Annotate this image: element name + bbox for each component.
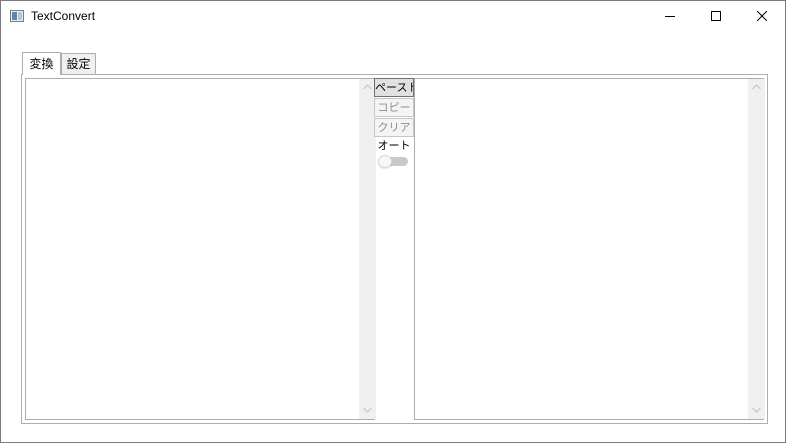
auto-toggle-switch[interactable] bbox=[378, 155, 409, 168]
auto-label: オート bbox=[377, 139, 411, 152]
convert-tab-panel: ペースト コピー クリア オート bbox=[21, 74, 768, 424]
clear-button[interactable]: クリア bbox=[374, 118, 414, 137]
app-icon-pane-left bbox=[12, 12, 17, 20]
tab-convert[interactable]: 変換 bbox=[22, 52, 61, 75]
paste-button[interactable]: ペースト bbox=[374, 78, 414, 97]
app-icon-pane-right bbox=[18, 12, 22, 20]
minimize-button[interactable] bbox=[647, 1, 693, 31]
auto-toggle-thumb bbox=[378, 155, 392, 168]
app-window: TextConvert 変換 設定 ペースト bbox=[0, 0, 786, 443]
input-text-area[interactable] bbox=[25, 78, 375, 420]
copy-button[interactable]: コピー bbox=[374, 98, 414, 117]
tab-settings[interactable]: 設定 bbox=[61, 53, 96, 75]
app-window-icon[interactable] bbox=[10, 10, 24, 22]
maximize-button[interactable] bbox=[693, 1, 739, 31]
close-icon bbox=[757, 11, 767, 21]
minimize-icon bbox=[665, 16, 675, 17]
output-text-area[interactable] bbox=[414, 78, 764, 420]
window-title: TextConvert bbox=[31, 9, 96, 23]
close-button[interactable] bbox=[739, 1, 785, 31]
title-bar[interactable]: TextConvert bbox=[1, 1, 785, 31]
maximize-icon bbox=[711, 11, 721, 21]
